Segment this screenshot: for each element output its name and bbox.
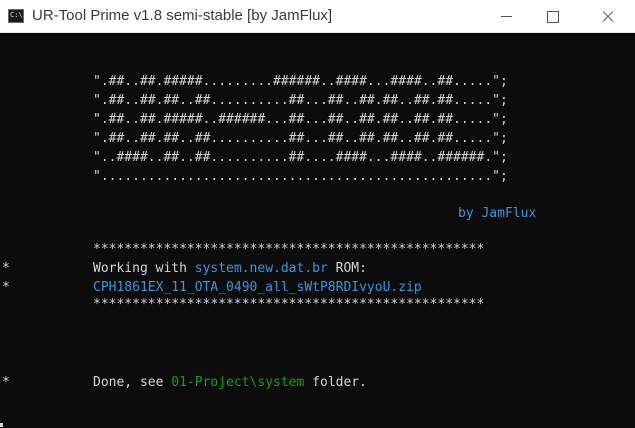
line-marker-2: * bbox=[2, 280, 10, 295]
banner-line-1: ".##..##.#####.........######..####...##… bbox=[93, 74, 508, 89]
line-marker-1: * bbox=[2, 261, 10, 276]
banner-line-2: ".##..##.##..##..........##...##..##.##.… bbox=[93, 93, 508, 108]
done-prefix: Done, see bbox=[93, 375, 172, 390]
working-prefix: Working with bbox=[93, 261, 195, 276]
done-suffix: folder. bbox=[304, 375, 367, 390]
line-marker-3: * bbox=[2, 375, 10, 390]
banner-line-6: ".......................................… bbox=[93, 169, 508, 184]
banner-line-3: ".##..##.#####..######...##...##..##.##.… bbox=[93, 112, 508, 127]
separator-bottom: ****************************************… bbox=[93, 297, 485, 312]
close-icon[interactable] bbox=[585, 0, 631, 32]
working-suffix: ROM: bbox=[327, 261, 367, 276]
done-path: 01-Project\system bbox=[171, 375, 305, 390]
author-credit: by JamFlux bbox=[458, 206, 537, 221]
window-title: UR-Tool Prime v1.8 semi-stable [by JamFl… bbox=[32, 7, 333, 24]
working-line: Working with system.new.dat.br ROM: bbox=[93, 260, 367, 278]
title-bar[interactable]: C:\. UR-Tool Prime v1.8 semi-stable [by … bbox=[0, 0, 635, 33]
maximize-icon[interactable] bbox=[530, 0, 576, 32]
separator-top: ****************************************… bbox=[93, 242, 485, 257]
console-app-icon[interactable]: C:\. bbox=[8, 9, 27, 23]
console-window: C:\. UR-Tool Prime v1.8 semi-stable [by … bbox=[0, 0, 635, 428]
done-line: Done, see 01-Project\system folder. bbox=[93, 374, 367, 392]
minimize-icon[interactable] bbox=[483, 0, 529, 32]
console-output: ".##..##.#####.........######..####...##… bbox=[0, 33, 635, 428]
banner-line-5: "..####..##..##..........##....####...##… bbox=[93, 150, 508, 165]
working-file: system.new.dat.br bbox=[194, 261, 328, 276]
banner-line-4: ".##..##.##..##..........##...##..##.##.… bbox=[93, 131, 508, 146]
text-cursor bbox=[0, 423, 3, 427]
rom-name: CPH1861EX_11_OTA_0490_all_sWtP8RDIvyoU.z… bbox=[93, 280, 422, 295]
